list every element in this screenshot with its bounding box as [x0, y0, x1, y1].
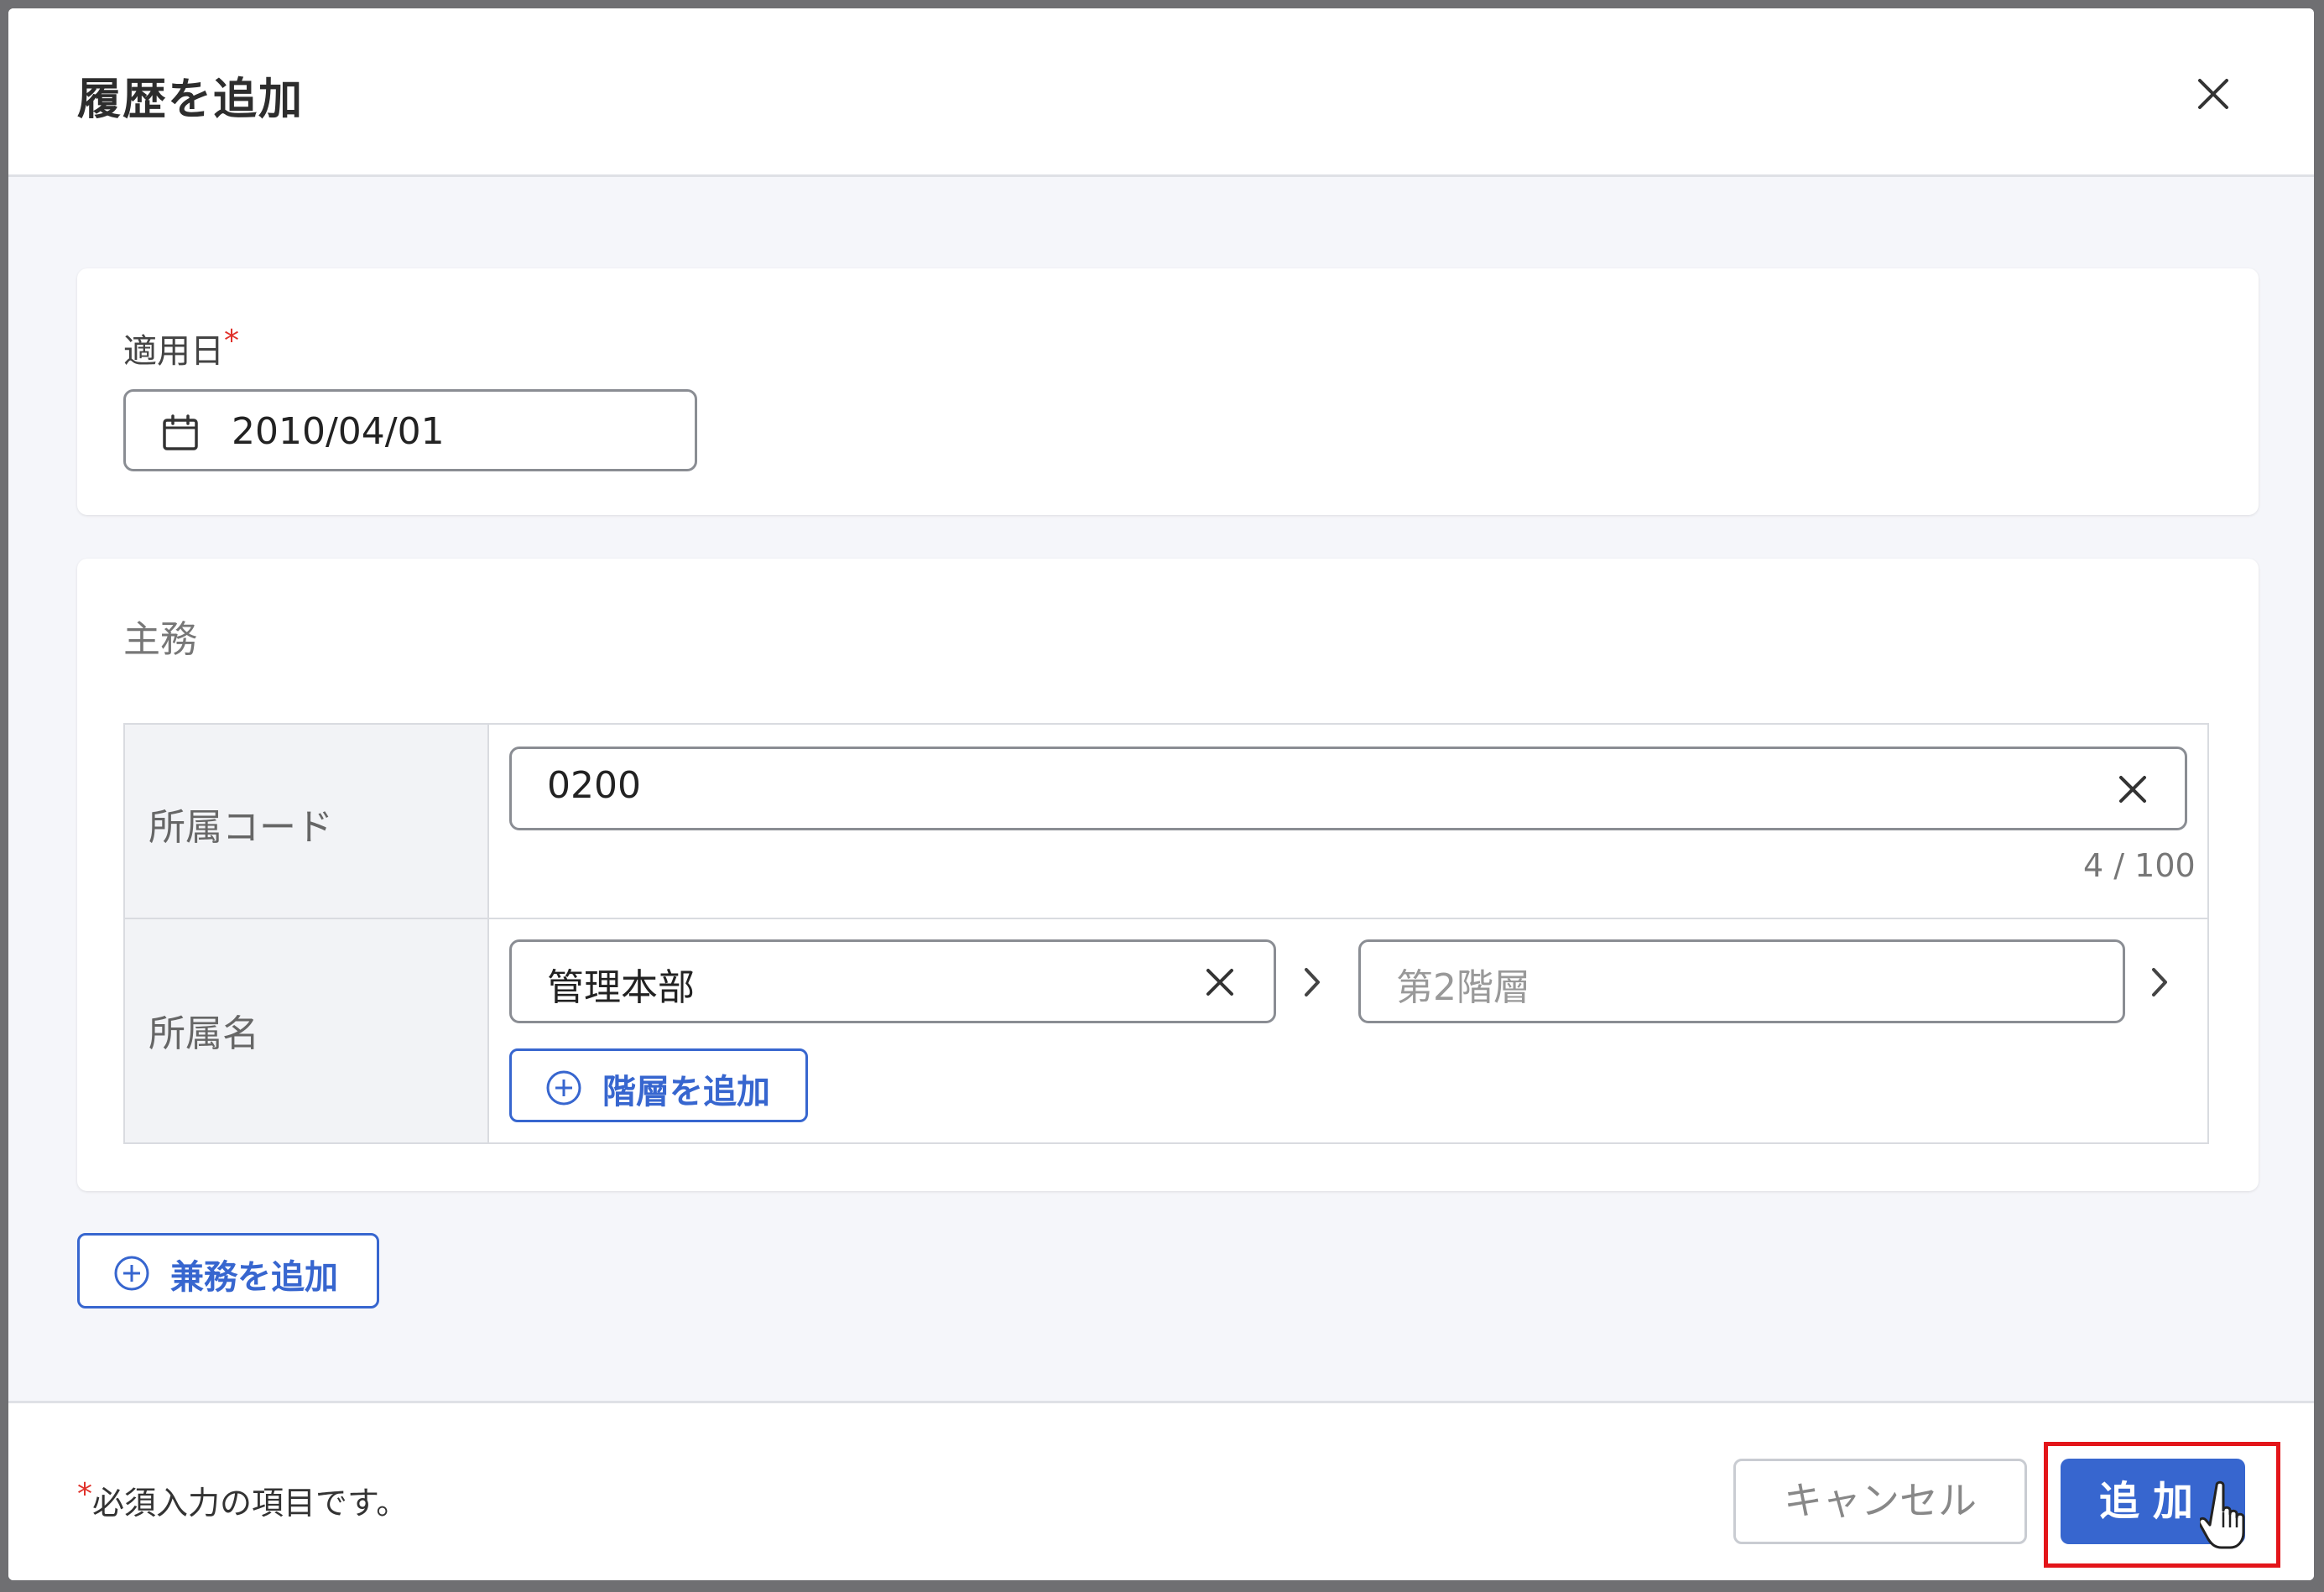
affiliation-code-input[interactable]: 0200	[509, 747, 2187, 830]
affiliation-level2-placeholder: 第2階層	[1396, 966, 1530, 1009]
primary-assignment-card: 主務 所属コード 0200 4 / 100 所属名 管理本部 第2階層 階層を追…	[77, 559, 2259, 1191]
table-row-affiliation-name: 所属名 管理本部 第2階層 階層を追加	[125, 919, 2207, 1142]
character-counter: 4 / 100	[2083, 847, 2196, 884]
effective-date-label-text: 適用日	[123, 332, 224, 371]
effective-date-card: 適用日* 2010/04/01	[77, 268, 2259, 515]
close-icon[interactable]	[2188, 69, 2238, 119]
effective-date-label: 適用日*	[123, 324, 239, 372]
required-note: *必須入力の項目です。	[77, 1477, 408, 1523]
dialog-footer: *必須入力の項目です。 キャンセル 追加	[8, 1401, 2314, 1580]
section-title: 主務	[123, 618, 197, 661]
plus-circle-icon	[546, 1070, 581, 1106]
hand-cursor-icon	[2200, 1480, 2245, 1549]
row-header: 所属名	[125, 919, 489, 1142]
assignment-table: 所属コード 0200 4 / 100 所属名 管理本部 第2階層 階層を追加	[123, 723, 2209, 1144]
effective-date-input[interactable]: 2010/04/01	[123, 389, 697, 471]
required-note-text: 必須入力の項目です。	[92, 1485, 409, 1522]
add-concurrent-label: 兼務を追加	[170, 1258, 338, 1297]
affiliation-level1-value: 管理本部	[547, 966, 695, 1009]
required-mark: *	[224, 324, 239, 358]
clear-icon[interactable]	[1201, 964, 1238, 1001]
cancel-button[interactable]: キャンセル	[1733, 1459, 2027, 1544]
affiliation-level1-input[interactable]: 管理本部	[509, 939, 1276, 1023]
effective-date-value: 2010/04/01	[232, 410, 445, 453]
clear-icon[interactable]	[2114, 771, 2151, 808]
plus-circle-icon	[114, 1256, 149, 1291]
add-level-label: 階層を追加	[602, 1073, 770, 1111]
calendar-icon	[163, 414, 198, 450]
dialog-header: 履歴を追加	[8, 8, 2314, 177]
affiliation-code-label: 所属コード	[149, 806, 333, 849]
affiliation-code-value: 0200	[547, 764, 641, 807]
dialog-title: 履歴を追加	[77, 75, 305, 125]
add-level-button[interactable]: 階層を追加	[509, 1048, 808, 1122]
row-header: 所属コード	[125, 725, 489, 918]
affiliation-name-label: 所属名	[149, 1012, 259, 1055]
affiliation-level2-input[interactable]: 第2階層	[1358, 939, 2125, 1023]
chevron-right-icon	[1305, 968, 1320, 996]
add-concurrent-button[interactable]: 兼務を追加	[77, 1233, 379, 1308]
table-row-affiliation-code: 所属コード 0200 4 / 100	[125, 725, 2207, 919]
screenshot-frame: 履歴を追加 適用日* 2010/04/01 主務 所属コード 0200 4 / …	[0, 0, 2324, 1592]
required-mark: *	[77, 1477, 92, 1511]
add-history-dialog: 履歴を追加 適用日* 2010/04/01 主務 所属コード 0200 4 / …	[8, 8, 2314, 1580]
chevron-right-icon	[2152, 968, 2167, 996]
